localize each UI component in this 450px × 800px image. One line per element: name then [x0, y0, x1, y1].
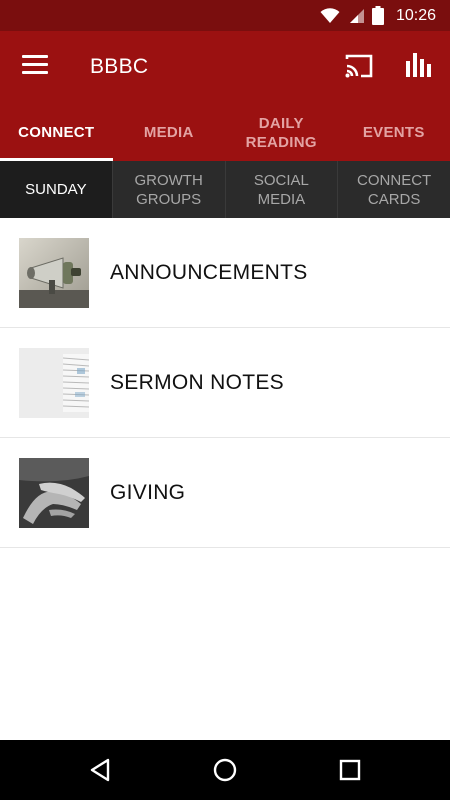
recents-icon[interactable]: [339, 757, 361, 783]
back-icon[interactable]: [89, 757, 111, 783]
app-bar: BBBC: [0, 31, 450, 104]
system-nav-bar: [0, 740, 450, 800]
list-item-announcements[interactable]: ANNOUNCEMENTS: [0, 218, 450, 328]
app-title: BBBC: [90, 55, 149, 78]
hands-photo: [19, 457, 89, 528]
subtab-social-media[interactable]: SOCIAL MEDIA: [224, 161, 338, 218]
subtab-connect-cards[interactable]: CONNECT CARDS: [337, 161, 450, 218]
cast-icon[interactable]: [344, 53, 374, 79]
list-item-label: SERMON NOTES: [110, 370, 284, 394]
status-time: 10:26: [395, 6, 436, 24]
tab-events[interactable]: EVENTS: [338, 104, 450, 161]
megaphone-photo: [19, 237, 89, 308]
menu-icon[interactable]: [22, 55, 48, 77]
list-item-label: ANNOUNCEMENTS: [110, 260, 308, 284]
list-item-sermon-notes[interactable]: SERMON NOTES: [0, 328, 450, 438]
tab-media[interactable]: MEDIA: [113, 104, 226, 161]
content-list: ANNOUNCEMENTS SERMON NOTES GIVING: [0, 218, 450, 548]
status-bar: 10:26: [0, 0, 450, 31]
sub-tab-bar: SUNDAY GROWTH GROUPS SOCIAL MEDIA CONNEC…: [0, 161, 450, 218]
top-tab-bar: CONNECT MEDIA DAILY READING EVENTS: [0, 104, 450, 161]
wifi-icon: [320, 7, 340, 23]
tab-connect[interactable]: CONNECT: [0, 104, 113, 161]
bar-chart-icon[interactable]: [406, 51, 432, 79]
list-item-label: GIVING: [110, 480, 186, 504]
subtab-sunday[interactable]: SUNDAY: [0, 161, 112, 218]
papers-photo: [19, 347, 89, 418]
list-item-giving[interactable]: GIVING: [0, 438, 450, 548]
signal-icon: [349, 8, 364, 23]
tab-daily-reading[interactable]: DAILY READING: [225, 104, 338, 161]
home-icon[interactable]: [213, 757, 237, 783]
subtab-growth-groups[interactable]: GROWTH GROUPS: [111, 161, 225, 218]
battery-icon: [371, 6, 384, 25]
